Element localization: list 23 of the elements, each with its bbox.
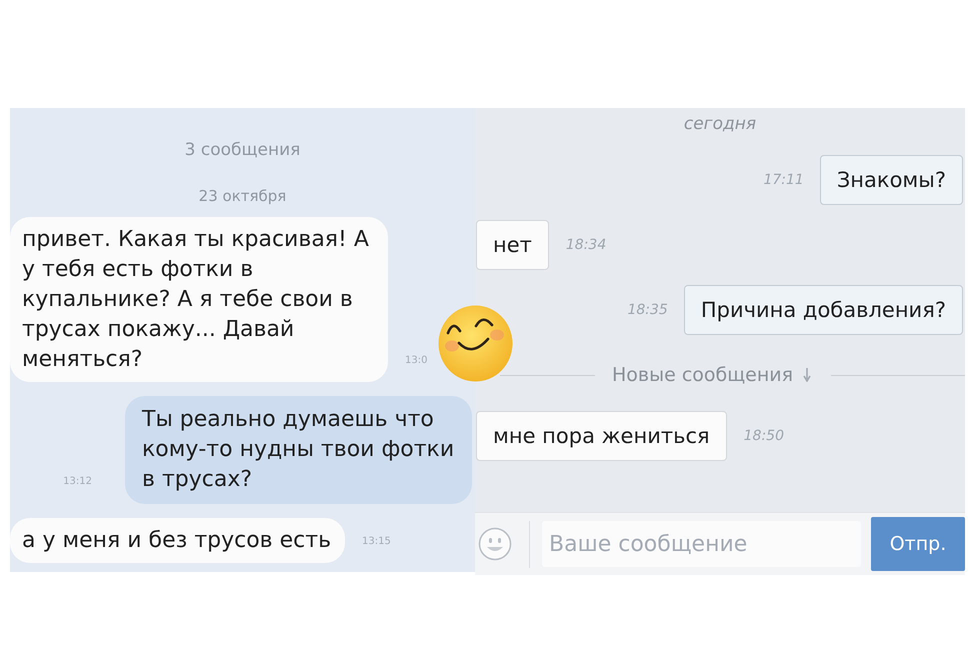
send-button[interactable]: Отпр. <box>871 517 965 571</box>
smiling-face-icon <box>438 305 513 382</box>
incoming-message: привет. Какая ты красивая! А у тебя есть фотки в купальнике? А я тебе свои в трусах покажу... Давай меняться? <box>10 217 388 382</box>
incoming-message: а у меня и без трусов есть <box>10 518 346 563</box>
incoming-message: нет <box>476 220 549 270</box>
message-time: 18:50 <box>744 428 784 444</box>
date-label: 23 октября <box>198 186 286 206</box>
smiley-icon[interactable] <box>478 527 512 561</box>
message-time: 13:0 <box>405 354 428 367</box>
message-count: 3 сообщения <box>184 140 300 160</box>
new-messages-label: Новые сообщения <box>612 364 794 386</box>
outgoing-message: Причина добавления? <box>684 285 963 335</box>
message-time: 18:35 <box>627 302 668 318</box>
message-time: 13:12 <box>63 475 92 488</box>
message-time: 13:15 <box>362 535 391 548</box>
incoming-message: мне пора жениться <box>476 411 727 461</box>
down-arrow-icon <box>803 368 812 382</box>
message-input[interactable]: Ваше сообщение <box>542 521 861 567</box>
date-label: сегодня <box>684 114 756 134</box>
outgoing-message: Ты реально думаешь что кому-то нудны твои фотки в трусах? <box>125 396 472 504</box>
outgoing-message: Знакомы? <box>820 155 963 205</box>
message-time: 17:11 <box>763 172 804 188</box>
message-time: 18:34 <box>566 237 606 253</box>
